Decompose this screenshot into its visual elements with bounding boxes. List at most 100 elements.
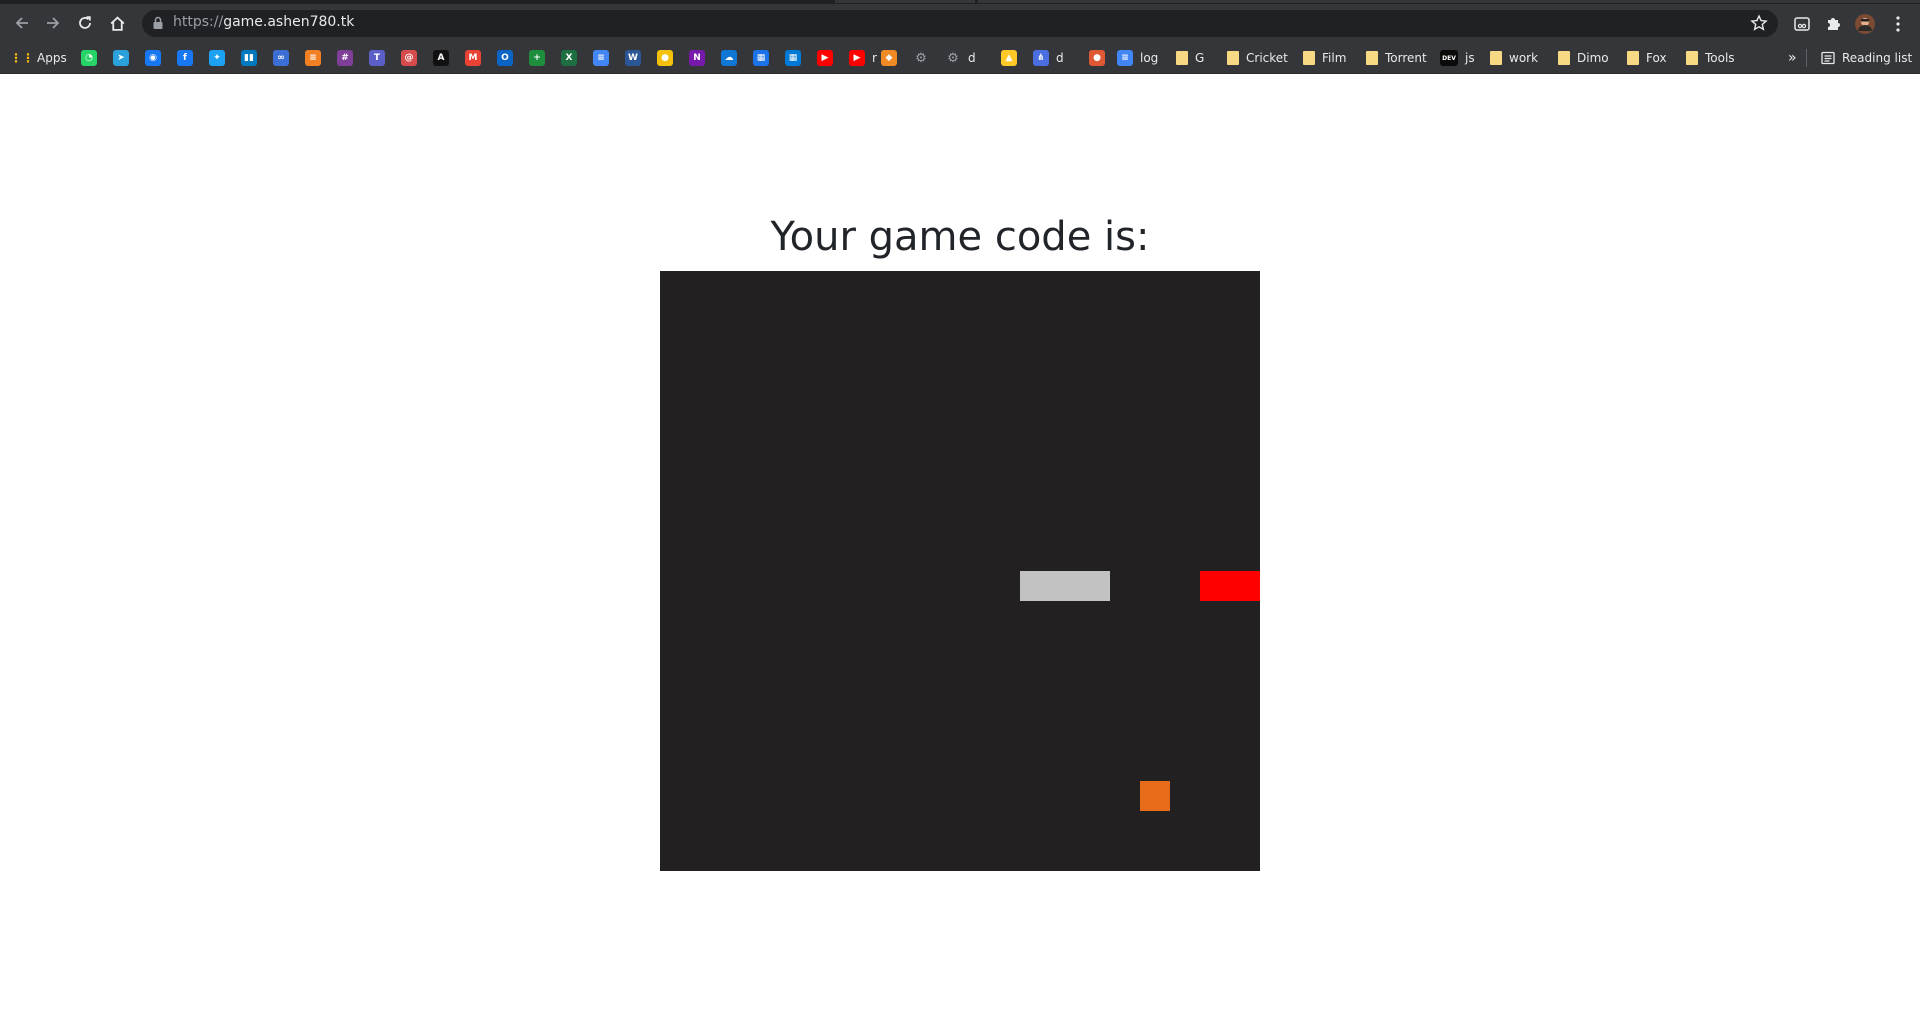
reload-icon	[79, 16, 91, 29]
bookmark-item[interactable]: A	[433, 49, 449, 67]
bookmark-item[interactable]: ≡	[305, 49, 321, 67]
bookmark-star-icon[interactable]	[1750, 14, 1768, 32]
swirl-icon: @	[401, 50, 417, 66]
bookmark-label: G	[1195, 51, 1205, 65]
puzzle-icon	[1828, 18, 1840, 30]
page-title: Your game code is:	[770, 214, 1150, 260]
bookmark-item[interactable]: #	[337, 49, 353, 67]
gmail-icon: M	[465, 50, 481, 66]
bookmark-item[interactable]: ∞	[273, 49, 289, 67]
tab-divider	[978, 0, 1920, 3]
trello-icon: ▮▮	[241, 50, 257, 66]
bookmark-item[interactable]: ☁	[721, 49, 737, 67]
bookmark-label: d	[968, 51, 976, 65]
url-host: game.ashen780.tk	[223, 14, 355, 30]
bookmark-item[interactable]: ⚙ d	[945, 49, 976, 67]
game-canvas[interactable]	[660, 271, 1260, 871]
home-icon	[110, 15, 124, 31]
bookmark-item[interactable]: G	[1176, 49, 1204, 67]
bookmark-item[interactable]: DEV js	[1440, 49, 1475, 67]
bookmark-item[interactable]: ≡	[593, 49, 609, 67]
bookmark-item[interactable]: ⋮⋮ Apps	[10, 49, 67, 67]
bookmark-item[interactable]: ▶ r	[849, 49, 877, 67]
forward-button[interactable]	[41, 11, 65, 35]
bookmark-item[interactable]: Torrent	[1366, 49, 1427, 67]
bookmark-item[interactable]: ●	[1089, 49, 1105, 67]
folder-icon	[1558, 51, 1570, 65]
folder-icon	[1366, 51, 1378, 65]
extensions-menu-button[interactable]	[1822, 13, 1844, 35]
bookmark-item[interactable]: ▦	[753, 49, 769, 67]
bookmark-item[interactable]: W	[625, 49, 641, 67]
excel-icon: X	[561, 50, 577, 66]
bookmark-item[interactable]: ▲	[1001, 49, 1017, 67]
bookmark-item[interactable]: T	[369, 49, 385, 67]
profile-button[interactable]	[1854, 13, 1876, 35]
twitter-icon: ✦	[209, 50, 225, 66]
outlook-icon: O	[497, 50, 513, 66]
reload-button[interactable]	[73, 11, 97, 35]
bookmark-item[interactable]: ◔	[81, 49, 97, 67]
bookmark-item[interactable]: M	[465, 49, 481, 67]
bookmark-item[interactable]: ●	[657, 49, 673, 67]
bookmark-item[interactable]: O	[497, 49, 513, 67]
home-button[interactable]	[105, 11, 129, 35]
reading-list-button[interactable]: Reading list	[1821, 49, 1912, 67]
bookmark-item[interactable]: ➤	[113, 49, 129, 67]
duckduckgo-icon: ●	[1089, 50, 1105, 66]
link-icon: ∞	[273, 50, 289, 66]
bookmark-item[interactable]: Cricket	[1227, 49, 1288, 67]
bookmark-item[interactable]: ⚙	[913, 49, 929, 67]
facebook-icon: f	[177, 50, 193, 66]
bookmark-item[interactable]: ▶	[817, 49, 833, 67]
food-block	[1140, 781, 1170, 811]
bookmark-item[interactable]: N	[689, 49, 705, 67]
folder-icon	[1686, 51, 1698, 65]
telegram-icon: ➤	[113, 50, 129, 66]
bookmark-item[interactable]: ▮▮	[241, 49, 257, 67]
windows-icon: ▦	[785, 50, 801, 66]
address-bar[interactable]: https://game.ashen780.tk	[142, 10, 1778, 37]
bookmark-item[interactable]: f	[177, 49, 193, 67]
bookmark-item[interactable]: +	[529, 49, 545, 67]
extension-cast-icon	[1794, 17, 1810, 31]
bookmark-item[interactable]: Fox	[1627, 49, 1667, 67]
diagram-icon: ⋔	[1033, 50, 1049, 66]
keep-icon: ●	[657, 50, 673, 66]
bookmark-label: Apps	[37, 51, 67, 65]
lock-icon	[153, 16, 163, 29]
bookmark-item[interactable]: work	[1490, 49, 1538, 67]
gear-icon: ⚙	[915, 50, 927, 66]
folder-icon	[1303, 51, 1315, 65]
bookmark-label: Torrent	[1385, 51, 1427, 65]
opponent-block	[1200, 571, 1260, 601]
calendar-icon: ▦	[753, 50, 769, 66]
bookmark-item[interactable]: ≡ log	[1117, 49, 1158, 67]
bookmark-item[interactable]: X	[561, 49, 577, 67]
tab-divider	[835, 0, 975, 3]
docs-icon: ≡	[1117, 50, 1133, 66]
bookmark-item[interactable]: ◉	[145, 49, 161, 67]
back-button[interactable]	[10, 11, 34, 35]
bookmark-item[interactable]: Tools	[1686, 49, 1735, 67]
bookmark-item[interactable]: ⋔ d	[1033, 49, 1064, 67]
bookmarks-bar: » Reading list ⋮⋮ Apps ◔ ➤ ◉ f ✦ ▮▮ ∞ ≡ # T @ A M O + X ≡ W…	[0, 42, 1920, 74]
bookmark-label: r	[872, 51, 877, 65]
angular-icon: A	[433, 50, 449, 66]
onenote-icon: N	[689, 50, 705, 66]
bookmark-item[interactable]: ◆	[881, 49, 897, 67]
extension-button[interactable]	[1791, 13, 1813, 35]
bookmark-item[interactable]: @	[401, 49, 417, 67]
apps-grid-icon: ⋮⋮	[10, 51, 34, 65]
bookmarks-overflow-button[interactable]: »	[1788, 49, 1797, 67]
bookmark-item[interactable]: ▦	[785, 49, 801, 67]
bookmarks-separator	[1806, 49, 1807, 67]
bookmark-item[interactable]: ✦	[209, 49, 225, 67]
stackoverflow-icon: ≡	[305, 50, 321, 66]
youtube-icon: ▶	[849, 50, 865, 66]
browser-menu-button[interactable]	[1887, 13, 1909, 35]
bookmark-item[interactable]: Film	[1303, 49, 1346, 67]
bookmark-item[interactable]: Dimo	[1558, 49, 1609, 67]
browser-toolbar: https://game.ashen780.tk	[0, 4, 1920, 42]
forward-arrow-icon	[47, 17, 60, 29]
